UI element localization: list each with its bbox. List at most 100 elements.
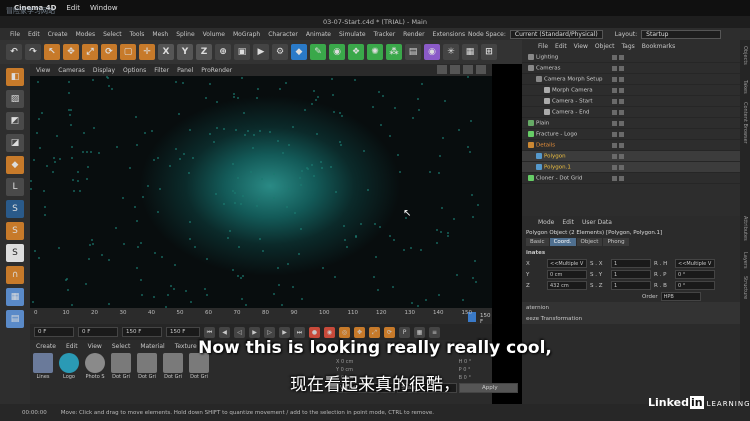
menu-mesh[interactable]: Mesh: [152, 31, 168, 38]
menu-volume[interactable]: Volume: [203, 31, 225, 38]
prev-frame-icon[interactable]: ◁: [234, 326, 245, 338]
menu-animate[interactable]: Animate: [306, 31, 331, 38]
redo-icon[interactable]: ↷: [25, 44, 41, 60]
points-mode-icon[interactable]: ◩: [6, 112, 24, 130]
object-row[interactable]: Plain: [522, 118, 740, 129]
object-row[interactable]: Cloner - Dot Grid: [522, 173, 740, 184]
menu-file[interactable]: File: [10, 31, 20, 38]
keyframe-icon[interactable]: ◎: [339, 326, 350, 338]
viewport-menu-options[interactable]: Options: [123, 67, 146, 74]
os-menu-window[interactable]: Window: [90, 4, 118, 12]
coord-field[interactable]: 1: [611, 281, 651, 290]
object-row[interactable]: Details: [522, 140, 740, 151]
go-start-icon[interactable]: ⏮: [204, 326, 215, 338]
side-tab-layers[interactable]: Layers: [742, 252, 748, 269]
axis-x-button[interactable]: X: [158, 44, 174, 60]
coord-field[interactable]: 1: [611, 270, 651, 279]
menu-extensions[interactable]: Extensions: [433, 31, 466, 38]
subdivision-icon[interactable]: ◉: [329, 44, 345, 60]
tab-coord[interactable]: Coord.: [549, 238, 576, 246]
object-row[interactable]: Lighting: [522, 52, 740, 63]
coord-field[interactable]: 0 °: [675, 270, 715, 279]
tab-basic[interactable]: Basic: [526, 238, 549, 246]
rotate-tool-icon[interactable]: ⟳: [101, 44, 117, 60]
floor-icon[interactable]: ▤: [405, 44, 421, 60]
side-tab-attributes[interactable]: Attributes: [742, 216, 748, 241]
order-select[interactable]: HPB: [660, 292, 701, 301]
visibility-flags[interactable]: [612, 65, 624, 71]
coord-field[interactable]: 1: [611, 259, 651, 268]
coord-field[interactable]: <<Multiple V: [675, 259, 715, 268]
object-row[interactable]: Fracture - Logo: [522, 129, 740, 140]
render-settings-icon[interactable]: ⚙: [272, 44, 288, 60]
coord-field[interactable]: 0 °: [675, 281, 715, 290]
visibility-flags[interactable]: [612, 87, 624, 93]
menu-modes[interactable]: Modes: [76, 31, 95, 38]
param-key-icon[interactable]: P: [399, 326, 410, 338]
key-rotate-icon[interactable]: ⟳: [384, 326, 395, 338]
obj-menu-tags[interactable]: Tags: [621, 43, 634, 50]
attr-menu-mode[interactable]: Mode: [538, 219, 554, 226]
transform-icon[interactable]: ✛: [139, 44, 155, 60]
coord-field[interactable]: 432 cm: [547, 281, 587, 290]
menu-character[interactable]: Character: [268, 31, 298, 38]
axis-z-button[interactable]: Z: [196, 44, 212, 60]
snap-mode-icon[interactable]: S: [6, 222, 24, 240]
visibility-flags[interactable]: [612, 76, 624, 82]
light-icon[interactable]: ✳: [443, 44, 459, 60]
quaternion-section[interactable]: aternion: [522, 302, 740, 313]
deformer-icon[interactable]: ✺: [367, 44, 383, 60]
snap-icon[interactable]: ⊞: [481, 44, 497, 60]
pan-icon[interactable]: [437, 65, 447, 74]
timeline-ruler[interactable]: 150 F 0 10 20 30 40 50 60 70 80 90 100 110 120 130 140…: [30, 308, 492, 325]
visibility-flags[interactable]: [612, 109, 624, 115]
obj-menu-object[interactable]: Object: [595, 43, 615, 50]
camera-icon[interactable]: ◉: [424, 44, 440, 60]
object-row[interactable]: Polygon.1: [522, 162, 740, 173]
obj-menu-edit[interactable]: Edit: [555, 43, 567, 50]
move-tool-icon[interactable]: ✥: [63, 44, 79, 60]
visibility-flags[interactable]: [612, 142, 624, 148]
timeline-window-icon[interactable]: ≡: [429, 326, 440, 338]
box-select-icon[interactable]: ▢: [120, 44, 136, 60]
menu-select[interactable]: Select: [103, 31, 122, 38]
zoom-icon[interactable]: [450, 65, 460, 74]
coord-field[interactable]: <<Multiple V: [547, 259, 587, 268]
grid-icon[interactable]: ▦: [462, 44, 478, 60]
visibility-flags[interactable]: [612, 175, 624, 181]
field-icon[interactable]: ⁂: [386, 44, 402, 60]
key-scale-icon[interactable]: ⤢: [369, 326, 380, 338]
key-move-icon[interactable]: ✥: [354, 326, 365, 338]
menu-simulate[interactable]: Simulate: [339, 31, 366, 38]
obj-menu-view[interactable]: View: [574, 43, 588, 50]
autokey-icon[interactable]: ◉: [324, 326, 335, 338]
menu-tools[interactable]: Tools: [130, 31, 145, 38]
texture-mode-icon[interactable]: ▨: [6, 90, 24, 108]
attr-menu-userdata[interactable]: User Data: [582, 219, 612, 226]
object-row[interactable]: Morph Camera: [522, 85, 740, 96]
next-frame-icon[interactable]: ▷: [264, 326, 275, 338]
next-key-icon[interactable]: ▶: [279, 326, 290, 338]
coordinate-system-icon[interactable]: ⊕: [215, 44, 231, 60]
workplane-icon[interactable]: S: [6, 244, 24, 262]
menu-create[interactable]: Create: [48, 31, 68, 38]
visibility-flags[interactable]: [612, 120, 624, 126]
viewport-menu-filter[interactable]: Filter: [154, 67, 169, 74]
plane-icon[interactable]: ▦: [6, 288, 24, 306]
cloner-icon[interactable]: ❖: [348, 44, 364, 60]
menu-mograph[interactable]: MoGraph: [233, 31, 260, 38]
start-frame-field[interactable]: 0 F: [78, 327, 118, 337]
menu-tracker[interactable]: Tracker: [374, 31, 396, 38]
visibility-flags[interactable]: [612, 98, 624, 104]
object-row[interactable]: Camera Morph Setup: [522, 74, 740, 85]
os-menu-edit[interactable]: Edit: [66, 4, 80, 12]
coord-field[interactable]: 0 cm: [547, 270, 587, 279]
obj-menu-bookmarks[interactable]: Bookmarks: [642, 43, 676, 50]
coord-h[interactable]: H 0 °: [459, 359, 518, 365]
render-view-icon[interactable]: ▶: [253, 44, 269, 60]
viewport-menu-prorender[interactable]: ProRender: [201, 67, 232, 74]
viewport-menu-display[interactable]: Display: [93, 67, 115, 74]
tab-phong[interactable]: Phong: [603, 238, 629, 246]
side-tab-objects[interactable]: Objects: [742, 46, 748, 65]
select-tool-icon[interactable]: ↖: [44, 44, 60, 60]
